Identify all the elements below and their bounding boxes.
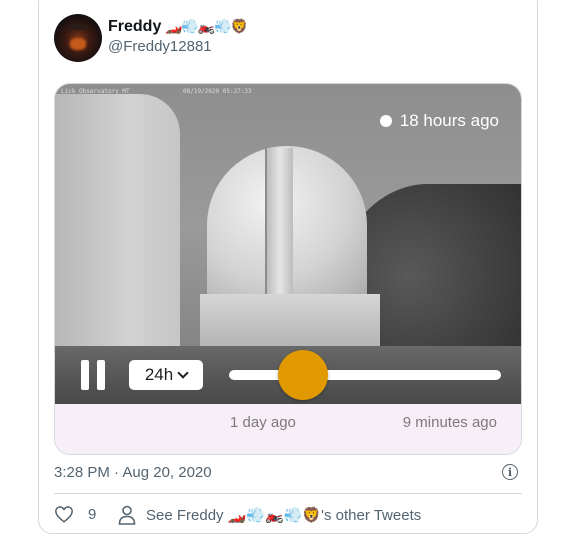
observatory-dome	[207, 146, 367, 304]
heart-icon	[55, 506, 73, 523]
timestamp-label: 18 hours ago	[399, 111, 499, 130]
person-icon	[118, 505, 136, 525]
avatar[interactable]	[54, 14, 102, 62]
avatar-glow	[70, 38, 86, 50]
camera-datetime: 08/19/2020 05:27:33	[183, 88, 252, 95]
author-emojis: 🏎️💨🏍️💨🦁	[165, 18, 248, 34]
range-select[interactable]: 24h	[129, 360, 203, 390]
other-tweets-link[interactable]: See Freddy 🏎️💨🏍️💨🦁's other Tweets	[118, 505, 421, 525]
scrub-start-label: 1 day ago	[230, 414, 296, 431]
other-tweets-emojis: 🏎️💨🏍️💨🦁	[227, 507, 322, 524]
pause-icon[interactable]	[79, 360, 107, 390]
chevron-down-icon	[177, 367, 189, 379]
author-name[interactable]: Freddy	[108, 18, 161, 36]
scrub-end-label: 9 minutes ago	[402, 414, 497, 431]
camera-label: Lick Observatory MT	[61, 88, 130, 95]
timestamp-dot-icon	[379, 115, 392, 127]
other-tweets-prefix: See Freddy	[146, 507, 224, 524]
other-tweets-suffix: 's other Tweets	[321, 507, 422, 524]
scrub-track[interactable]	[229, 370, 501, 380]
like-button[interactable]: 9	[54, 505, 96, 523]
info-icon[interactable]: i	[502, 464, 518, 480]
other-tweets-label: See Freddy 🏎️💨🏍️💨🦁's other Tweets	[146, 506, 421, 524]
posted-time[interactable]: 3:28 PM · Aug 20, 2020	[54, 464, 212, 481]
dome-slit	[265, 148, 293, 304]
author-handle[interactable]: @Freddy12881	[108, 38, 212, 55]
range-select-label: 24h	[144, 365, 174, 384]
media-player[interactable]: Lick Observatory MT 08/19/2020 05:27:33 …	[54, 83, 522, 455]
timestamp-overlay: 18 hours ago	[379, 111, 499, 131]
avatar-hat	[68, 24, 88, 30]
observatory-base	[200, 294, 380, 354]
like-count: 9	[88, 505, 97, 523]
divider	[54, 493, 522, 494]
